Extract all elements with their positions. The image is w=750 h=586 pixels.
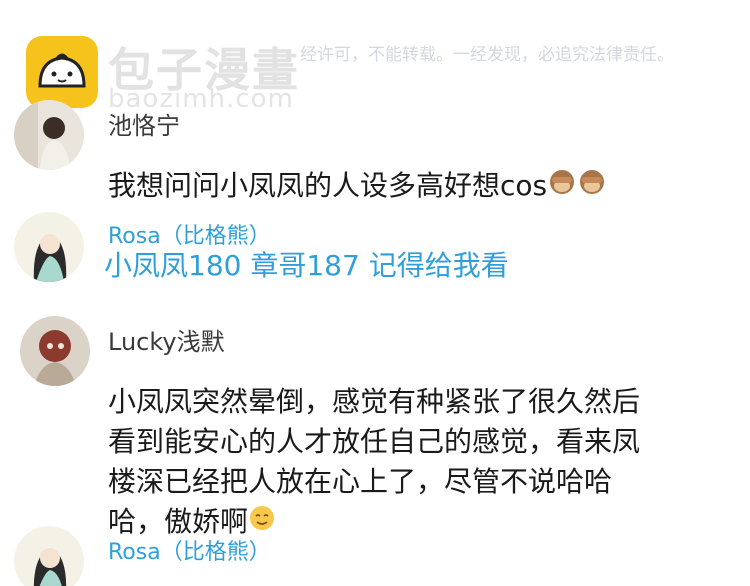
comment-username[interactable]: Lucky浅默: [108, 322, 225, 357]
avatar[interactable]: [14, 526, 84, 586]
comment-text-content: 我想问问小凤凤的人设多高好想cos: [108, 169, 548, 202]
comment-line: 小凤凤突然晕倒，感觉有种紧张了很久然后: [108, 385, 641, 418]
comment-text: 小凤凤180 章哥187 记得给我看: [104, 249, 509, 282]
copyright-notice: 经许可，不能转载。一经发现，必追究法律责任。: [300, 45, 674, 65]
see-no-evil-monkey-icon: [577, 167, 607, 208]
comment-text: 我想问问小凤凤的人设多高好想cos: [108, 166, 607, 208]
avatar[interactable]: [20, 316, 90, 386]
comment-username[interactable]: Rosa（比格熊）: [108, 534, 271, 566]
see-no-evil-monkey-icon: [547, 167, 577, 208]
comment-text: 小凤凤突然晕倒，感觉有种紧张了很久然后 看到能安心的人才放任自己的感觉，看来凤 …: [108, 382, 640, 543]
avatar[interactable]: [14, 100, 84, 170]
comment-line: 楼深已经把人放在心上了，尽管不说哈哈: [108, 465, 613, 498]
baozi-logo-icon: [26, 36, 98, 108]
comment-username[interactable]: 池恪宁: [108, 106, 180, 141]
avatar[interactable]: [14, 212, 84, 282]
comment-line: 看到能安心的人才放任自己的感觉，看来凤: [108, 425, 641, 458]
